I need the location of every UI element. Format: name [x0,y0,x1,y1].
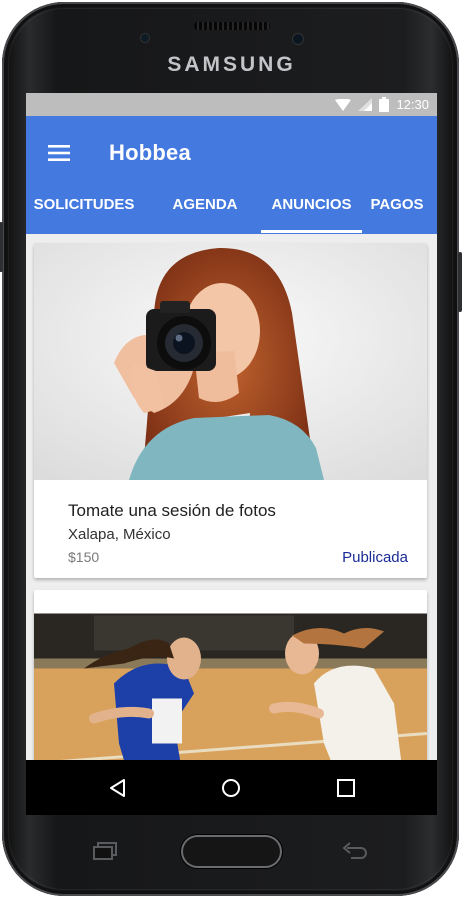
signal-icon [358,98,373,111]
device-brand: SAMSUNG [167,53,296,76]
earpiece-speaker [194,22,270,30]
tab-bar: SOLICITUDES AGENDA ANUNCIOS PAGOS [26,189,437,234]
proximity-sensor [141,34,149,42]
wifi-icon [335,98,352,111]
back-button[interactable] [103,774,131,802]
listing-price: $150 [68,549,100,565]
app-bar: Hobbea SOLICITUDES AGENDA ANUNCIOS PAGOS [26,116,437,234]
recents-key-icon [93,842,117,860]
home-button[interactable] [217,774,245,802]
listing-photo [34,613,427,760]
back-key-icon [342,842,367,859]
battery-icon [379,97,390,112]
tab-solicitudes[interactable]: SOLICITUDES [33,189,135,234]
status-clock: 12:30 [396,97,429,112]
listing-card[interactable] [34,590,427,760]
front-camera [293,34,303,44]
menu-button[interactable] [42,136,76,170]
hardware-back-key[interactable] [341,840,369,865]
volume-key [0,222,3,272]
power-key [458,252,462,312]
app-title: Hobbea [109,140,191,165]
listing-card[interactable]: Tomate una sesión de fotos Xalapa, Méxic… [34,243,427,578]
menu-icon [48,145,70,161]
listing-status-link[interactable]: Publicada [342,549,408,566]
back-icon [110,779,125,797]
screen: 12:30 Hobbea SOLICITUDES AGENDA ANUNCIOS… [26,93,437,760]
hardware-recents-key[interactable] [93,842,119,865]
tab-agenda[interactable]: AGENDA [166,189,244,234]
listing-location: Xalapa, México [68,526,171,543]
hardware-home-key[interactable] [181,835,282,868]
listing-photo [34,243,427,480]
navigation-bar [26,760,437,815]
recents-icon [337,779,355,797]
listing-title: Tomate una sesión de fotos [68,501,276,520]
recents-button[interactable] [332,774,360,802]
tab-pagos[interactable]: PAGOS [369,189,425,234]
status-bar: 12:30 [26,93,437,116]
tab-indicator [261,230,362,233]
home-icon [222,779,240,797]
tab-anuncios[interactable]: ANUNCIOS [261,189,362,234]
